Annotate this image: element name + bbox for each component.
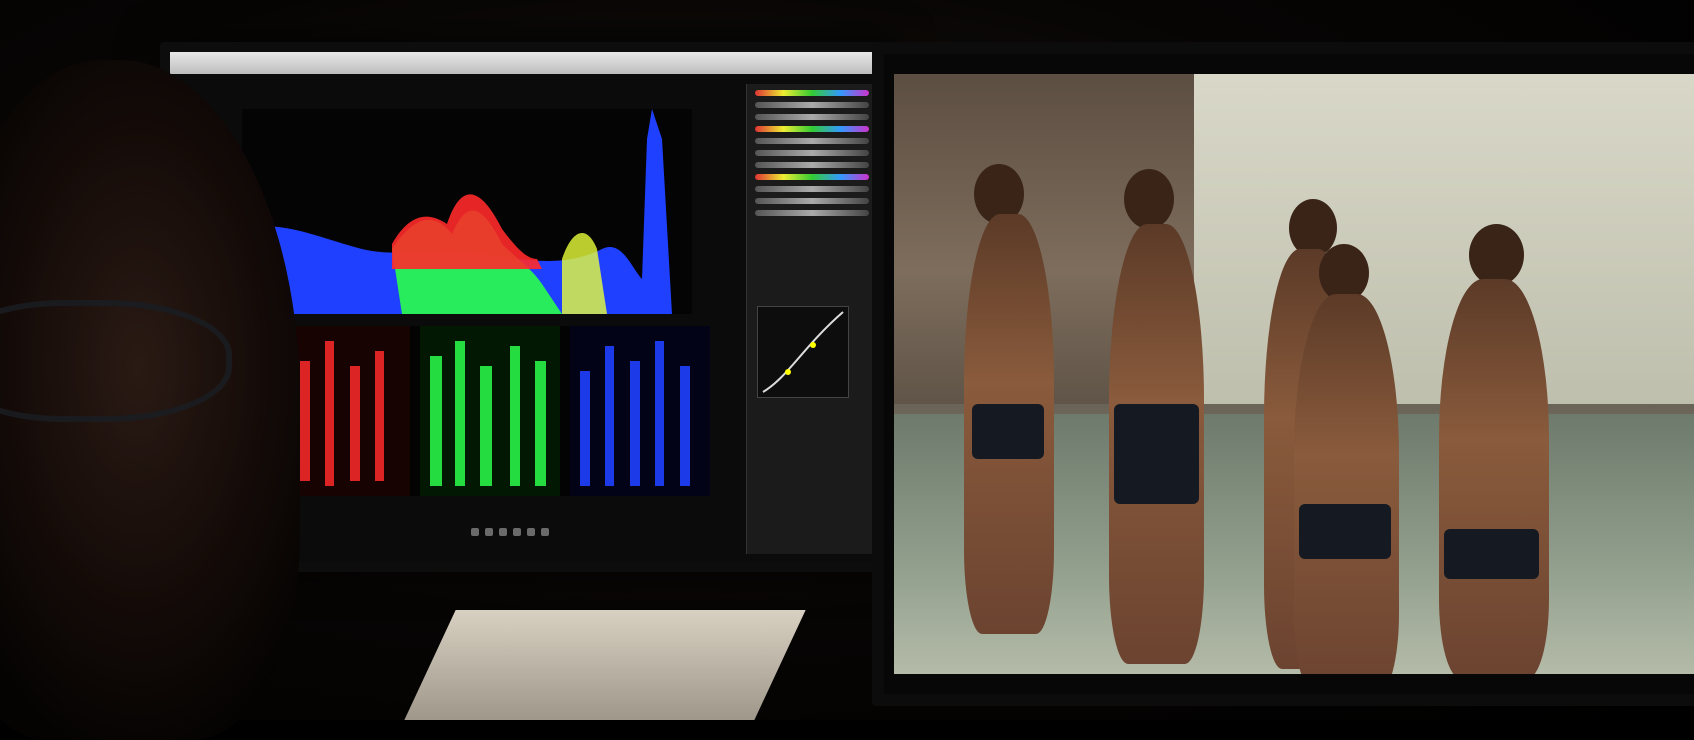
color-slider[interactable] xyxy=(755,90,869,96)
tone-curve-editor[interactable] xyxy=(757,306,849,398)
adjust-slider[interactable] xyxy=(755,162,869,168)
forward-icon[interactable] xyxy=(527,528,535,536)
adjust-slider[interactable] xyxy=(755,150,869,156)
boy-shorts xyxy=(972,404,1044,459)
menu-bar[interactable] xyxy=(170,52,885,74)
grading-controls-panel xyxy=(746,84,877,554)
pause-icon[interactable] xyxy=(499,528,507,536)
right-monitor xyxy=(872,42,1694,706)
rewind-icon[interactable] xyxy=(471,528,479,536)
boy-figure xyxy=(1439,279,1549,674)
adjust-slider[interactable] xyxy=(755,186,869,192)
adjust-slider[interactable] xyxy=(755,138,869,144)
color-slider[interactable] xyxy=(755,126,869,132)
adjust-slider[interactable] xyxy=(755,102,869,108)
eyeglasses xyxy=(0,300,232,422)
boy-shorts xyxy=(1114,404,1199,504)
boy-figure xyxy=(1294,294,1399,674)
adjust-slider[interactable] xyxy=(755,114,869,120)
adjust-slider[interactable] xyxy=(755,210,869,216)
transport-controls xyxy=(270,522,750,542)
rewind-icon[interactable] xyxy=(485,528,493,536)
forward-icon[interactable] xyxy=(541,528,549,536)
boy-head xyxy=(1124,169,1174,229)
boy-head xyxy=(1469,224,1524,286)
desk-paper xyxy=(404,610,806,720)
color-slider[interactable] xyxy=(755,174,869,180)
play-icon[interactable] xyxy=(513,528,521,536)
rgb-parade-scope xyxy=(270,326,710,496)
histogram-scope xyxy=(242,109,692,314)
preview-image xyxy=(894,74,1694,674)
adjust-slider[interactable] xyxy=(755,198,869,204)
boy-shorts xyxy=(1299,504,1391,559)
boy-shorts xyxy=(1444,529,1539,579)
